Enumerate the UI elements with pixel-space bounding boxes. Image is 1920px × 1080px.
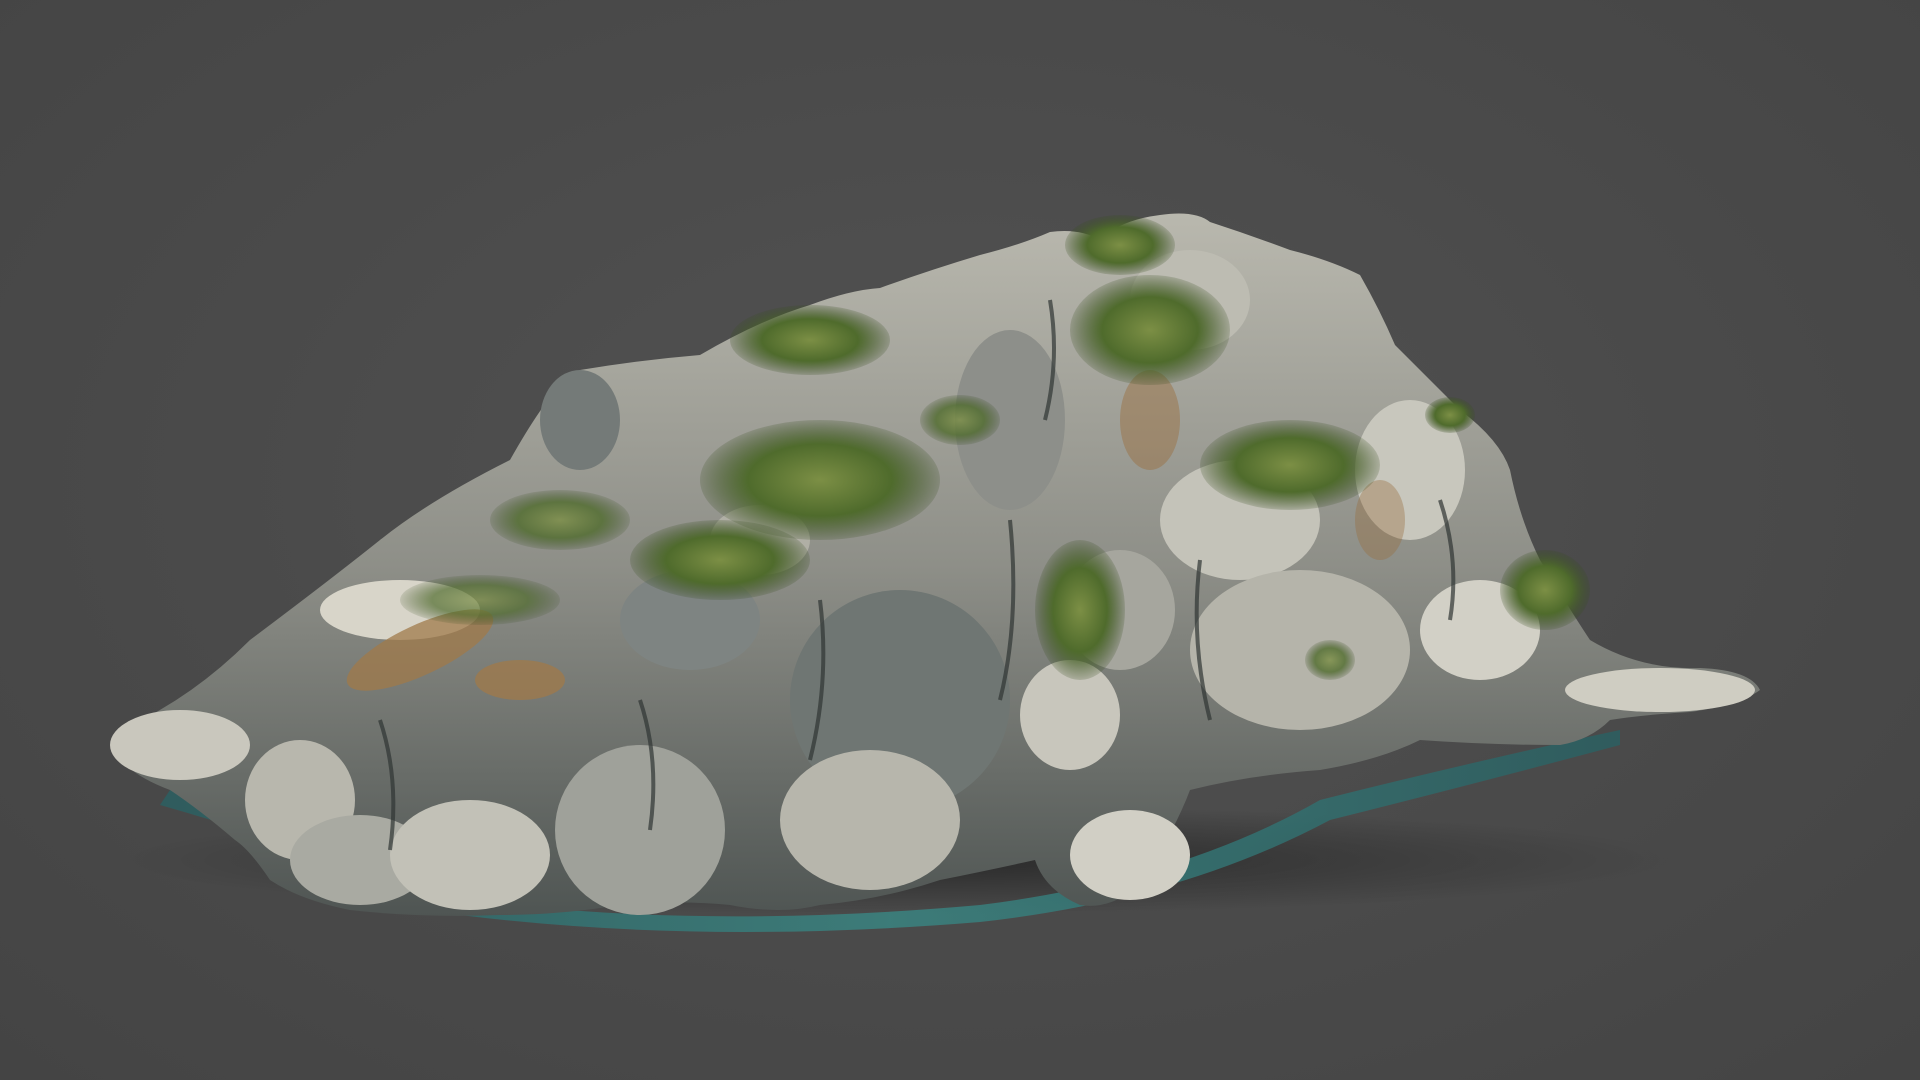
rock-island-model[interactable] (0, 0, 1920, 1080)
3d-viewport[interactable] (0, 0, 1920, 1080)
